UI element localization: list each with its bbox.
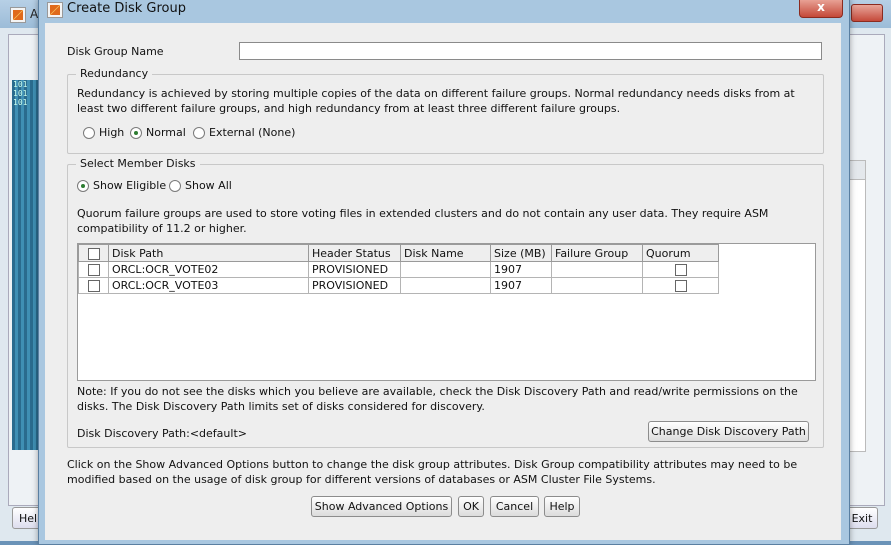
- create-disk-group-dialog: Create Disk Group x Disk Group Name Redu…: [38, 0, 850, 545]
- dialog-content: Disk Group Name Redundancy Redundancy is…: [45, 23, 841, 540]
- quorum-cell: [642, 261, 719, 278]
- row-select-checkbox[interactable]: [87, 264, 100, 276]
- radio-show-eligible[interactable]: Show Eligible: [77, 179, 166, 192]
- failure-group-cell[interactable]: [551, 261, 643, 278]
- column-header-quorum[interactable]: Quorum: [642, 244, 719, 262]
- background-banner-text: 101 101 101: [13, 80, 28, 107]
- member-disks-group: Select Member Disks Show Eligible Show A…: [67, 157, 824, 448]
- radio-normal-indicator[interactable]: [130, 126, 142, 139]
- radio-normal[interactable]: Normal: [130, 126, 186, 139]
- radio-normal-label: Normal: [146, 126, 186, 139]
- disk-path-cell: ORCL:OCR_VOTE02: [108, 261, 309, 278]
- size-cell: 1907: [490, 261, 552, 278]
- radio-show-eligible-label: Show Eligible: [93, 179, 167, 192]
- quorum-note: Quorum failure groups are used to store …: [77, 207, 769, 235]
- disk-name-cell[interactable]: [400, 277, 491, 294]
- failure-group-cell[interactable]: [551, 277, 643, 294]
- member-disks-legend: Select Member Disks: [76, 157, 200, 170]
- column-header-size[interactable]: Size (MB): [490, 244, 552, 262]
- cancel-button[interactable]: Cancel: [490, 496, 539, 517]
- radio-show-all[interactable]: Show All: [169, 179, 232, 192]
- radio-external[interactable]: External (None): [193, 126, 295, 139]
- header-status-cell: PROVISIONED: [308, 261, 401, 278]
- background-exit-button[interactable]: Exit: [846, 507, 878, 529]
- quorum-checkbox[interactable]: [674, 264, 687, 276]
- radio-show-eligible-indicator[interactable]: [77, 179, 89, 192]
- close-icon[interactable]: x: [799, 0, 843, 18]
- background-title: A: [30, 7, 39, 21]
- row-select-cell: [78, 277, 109, 294]
- redundancy-group: Redundancy Redundancy is achieved by sto…: [67, 67, 824, 154]
- disk-path-cell: ORCL:OCR_VOTE03: [108, 277, 309, 294]
- header-select-all-cell: [78, 244, 109, 262]
- advanced-options-note: Click on the Show Advanced Options butto…: [67, 458, 798, 486]
- redundancy-description: Redundancy is achieved by storing multip…: [77, 87, 795, 115]
- table-row[interactable]: ORCL:OCR_VOTE03 PROVISIONED 1907: [78, 277, 719, 294]
- disk-discovery-path-label: Disk Discovery Path:<default>: [77, 427, 247, 440]
- radio-show-all-indicator[interactable]: [169, 179, 181, 192]
- disk-group-name-input[interactable]: [239, 42, 822, 60]
- header-status-cell: PROVISIONED: [308, 277, 401, 294]
- redundancy-legend: Redundancy: [76, 67, 153, 80]
- column-header-header-status[interactable]: Header Status: [308, 244, 401, 262]
- ok-button[interactable]: OK: [458, 496, 484, 517]
- dialog-app-icon: [47, 2, 63, 18]
- discovery-note: Note: If you do not see the disks which …: [77, 385, 798, 413]
- disk-table-grid: Disk Path Header Status Disk Name Size (…: [78, 244, 719, 294]
- radio-high[interactable]: High: [83, 126, 124, 139]
- app-icon: [10, 7, 26, 23]
- size-cell: 1907: [490, 277, 552, 294]
- row-select-checkbox[interactable]: [87, 280, 100, 292]
- column-header-disk-name[interactable]: Disk Name: [400, 244, 491, 262]
- quorum-checkbox[interactable]: [674, 280, 687, 292]
- radio-external-indicator[interactable]: [193, 126, 205, 139]
- change-disk-discovery-path-button[interactable]: Change Disk Discovery Path: [648, 421, 809, 442]
- background-table: [848, 160, 866, 452]
- dialog-titlebar: Create Disk Group x: [39, 0, 849, 21]
- disk-group-name-label: Disk Group Name: [67, 45, 164, 58]
- show-advanced-options-button[interactable]: Show Advanced Options: [311, 496, 452, 517]
- help-button[interactable]: Help: [544, 496, 580, 517]
- radio-high-label: High: [99, 126, 125, 139]
- disk-name-cell[interactable]: [400, 261, 491, 278]
- select-all-checkbox[interactable]: [87, 247, 100, 260]
- background-close-icon[interactable]: [851, 4, 883, 22]
- radio-external-label: External (None): [209, 126, 296, 139]
- column-header-disk-path[interactable]: Disk Path: [108, 244, 309, 262]
- dialog-title: Create Disk Group: [67, 1, 186, 16]
- radio-high-indicator[interactable]: [83, 126, 95, 139]
- disk-table: Disk Path Header Status Disk Name Size (…: [77, 243, 816, 381]
- background-banner-image: [12, 80, 38, 450]
- column-header-failure-group[interactable]: Failure Group: [551, 244, 643, 262]
- table-header-row: Disk Path Header Status Disk Name Size (…: [78, 244, 719, 262]
- radio-show-all-label: Show All: [185, 179, 232, 192]
- row-select-cell: [78, 261, 109, 278]
- quorum-cell: [642, 277, 719, 294]
- table-row[interactable]: ORCL:OCR_VOTE02 PROVISIONED 1907: [78, 261, 719, 278]
